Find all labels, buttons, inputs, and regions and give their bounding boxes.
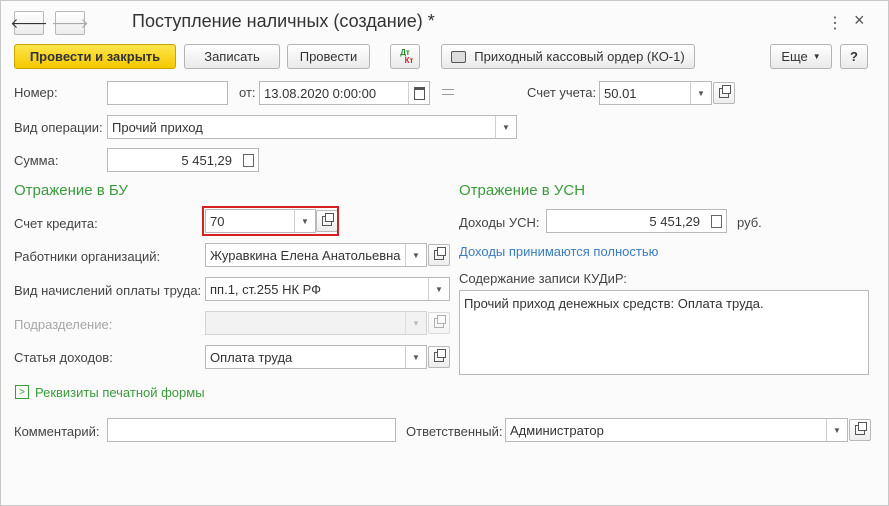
employee-label: Работники организаций: bbox=[14, 249, 161, 264]
comment-field[interactable] bbox=[107, 418, 396, 442]
more-label: Еще bbox=[781, 49, 808, 64]
employee-value: Журавкина Елена Анатольевна bbox=[210, 247, 401, 263]
usn-income-field[interactable]: 5 451,29 bbox=[546, 209, 727, 233]
back-button[interactable]: 🡐 bbox=[10, 11, 48, 35]
account-field[interactable]: 50.01 ▼ bbox=[599, 81, 712, 105]
chevron-down-icon[interactable]: ▼ bbox=[428, 278, 449, 300]
responsible-value: Администратор bbox=[510, 422, 604, 438]
op-select[interactable]: Прочий приход ▼ bbox=[107, 115, 517, 139]
kudir-label: Содержание записи КУДиР: bbox=[459, 271, 627, 286]
chevron-down-icon[interactable]: ▼ bbox=[405, 244, 426, 266]
employee-field[interactable]: Журавкина Елена Анатольевна ▼ bbox=[205, 243, 427, 267]
chevron-down-icon[interactable]: ▼ bbox=[826, 419, 847, 441]
date-field[interactable]: 13.08.2020 0:00:00 bbox=[259, 81, 430, 105]
chevron-down-icon: ▼ bbox=[405, 312, 426, 334]
division-label: Подразделение: bbox=[14, 317, 113, 332]
save-button[interactable]: Записать bbox=[184, 44, 280, 69]
accrual-label: Вид начислений оплаты труда: bbox=[14, 283, 202, 298]
account-label: Счет учета: bbox=[527, 85, 597, 100]
credit-label: Счет кредита: bbox=[14, 216, 98, 231]
open-icon bbox=[434, 315, 446, 328]
printer-icon bbox=[451, 50, 467, 63]
account-value: 50.01 bbox=[604, 85, 637, 101]
open-icon bbox=[434, 247, 446, 260]
calculator-icon[interactable] bbox=[238, 149, 258, 171]
sum-field[interactable]: 5 451,29 bbox=[107, 148, 259, 172]
number-label: Номер: bbox=[14, 85, 58, 100]
income-item-field[interactable]: Оплата труда ▼ bbox=[205, 345, 427, 369]
usn-income-link[interactable]: Доходы принимаются полностью bbox=[459, 244, 658, 259]
usn-section-title: Отражение в УСН bbox=[459, 182, 586, 199]
number-field[interactable] bbox=[107, 81, 228, 105]
date-value: 13.08.2020 0:00:00 bbox=[264, 85, 377, 101]
sum-label: Сумма: bbox=[14, 153, 59, 168]
usn-income-label: Доходы УСН: bbox=[459, 215, 540, 230]
bu-section-title: Отражение в БУ bbox=[14, 182, 128, 199]
sum-value: 5 451,29 bbox=[181, 152, 232, 168]
window-title: Поступление наличных (создание) * bbox=[132, 11, 435, 31]
date-label: от: bbox=[239, 85, 256, 100]
print-ko1-label: Приходный кассовый ордер (КО-1) bbox=[474, 49, 685, 64]
responsible-open-button[interactable] bbox=[849, 419, 871, 441]
more-menu-icon[interactable]: ⋮ bbox=[827, 13, 843, 33]
income-item-label: Статья доходов: bbox=[14, 350, 113, 365]
highlight-box bbox=[202, 206, 339, 236]
income-item-value: Оплата труда bbox=[210, 349, 293, 365]
chevron-down-icon[interactable]: ▼ bbox=[495, 116, 516, 138]
open-icon bbox=[434, 349, 446, 362]
notes-icon[interactable] bbox=[442, 87, 454, 97]
document-window: 🡐 🡒 Поступление наличных (создание) * ⋮ … bbox=[0, 0, 889, 506]
accrual-value: пп.1, ст.255 НК РФ bbox=[210, 281, 322, 297]
post-and-close-button[interactable]: Провести и закрыть bbox=[14, 44, 176, 69]
open-icon bbox=[855, 422, 867, 435]
op-value: Прочий приход bbox=[112, 119, 203, 135]
usn-income-value: 5 451,29 bbox=[649, 213, 700, 229]
chevron-down-icon[interactable]: ▼ bbox=[690, 82, 711, 104]
help-button[interactable]: ? bbox=[840, 44, 868, 69]
responsible-label: Ответственный: bbox=[406, 424, 503, 439]
income-item-open-button[interactable] bbox=[428, 346, 450, 368]
calendar-icon[interactable] bbox=[408, 82, 429, 104]
kudir-textarea[interactable]: Прочий приход денежных средств: Оплата т… bbox=[459, 290, 869, 375]
comment-label: Комментарий: bbox=[14, 424, 100, 439]
division-field: ▼ bbox=[205, 311, 427, 335]
chevron-down-icon: ▼ bbox=[812, 52, 821, 61]
calculator-icon[interactable] bbox=[706, 210, 726, 232]
print-form-group-title[interactable]: Реквизиты печатной формы bbox=[35, 385, 205, 400]
arrow-right-icon: 🡒 bbox=[51, 14, 89, 31]
arrow-left-icon: 🡐 bbox=[10, 14, 48, 31]
chevron-down-icon[interactable]: ▼ bbox=[405, 346, 426, 368]
more-button[interactable]: Еще ▼ bbox=[770, 44, 832, 69]
kt-icon: Кт bbox=[404, 55, 414, 65]
account-open-button[interactable] bbox=[713, 82, 735, 104]
close-icon[interactable]: × bbox=[854, 10, 865, 31]
accrual-select[interactable]: пп.1, ст.255 НК РФ ▼ bbox=[205, 277, 450, 301]
open-icon bbox=[719, 85, 731, 98]
dt-kt-button[interactable]: Дт Кт bbox=[390, 44, 420, 69]
responsible-field[interactable]: Администратор ▼ bbox=[505, 418, 848, 442]
division-open-button bbox=[428, 312, 450, 334]
forward-button[interactable]: 🡒 bbox=[51, 11, 89, 35]
employee-open-button[interactable] bbox=[428, 244, 450, 266]
expand-icon[interactable]: > bbox=[15, 385, 29, 399]
currency-label: руб. bbox=[737, 215, 762, 230]
op-label: Вид операции: bbox=[14, 120, 103, 135]
post-button[interactable]: Провести bbox=[287, 44, 370, 69]
print-ko1-button[interactable]: Приходный кассовый ордер (КО-1) bbox=[441, 44, 695, 69]
